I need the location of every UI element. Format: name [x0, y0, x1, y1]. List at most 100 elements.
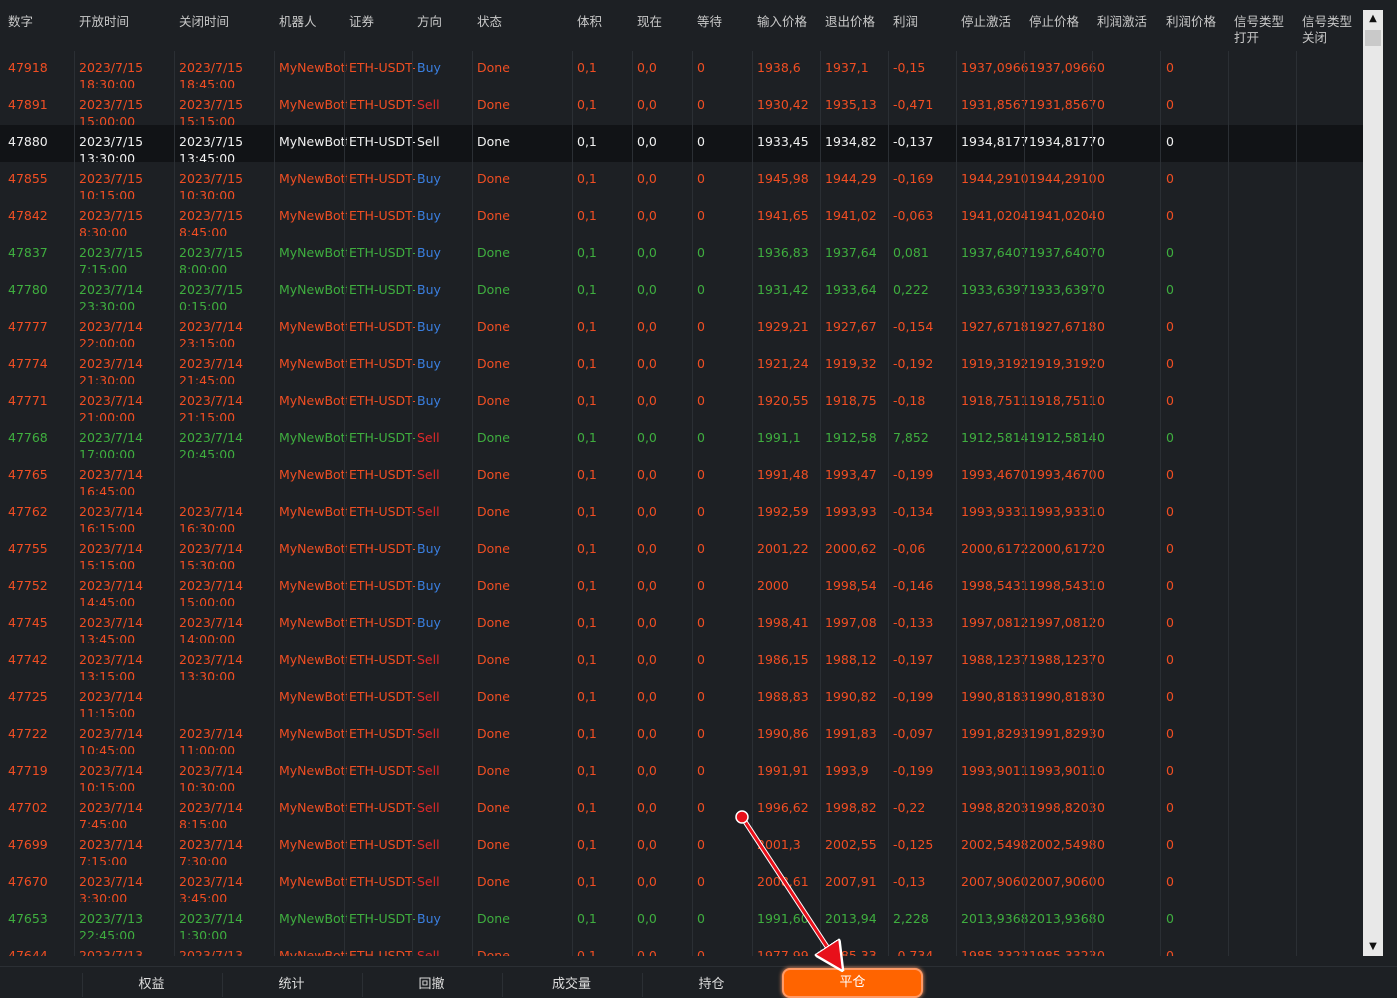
table-row[interactable]: 47762 2023/7/14 16:15:00 2023/7/14 16:30:0…	[0, 495, 1363, 532]
vertical-scrollbar[interactable]: ▲ ▼	[1363, 10, 1383, 956]
cell-stop-activation: 1988,12379	[961, 652, 1029, 667]
cell-close-time: 2023/7/14 1:30:00	[179, 911, 244, 939]
table-row[interactable]: 47755 2023/7/14 15:15:00 2023/7/14 15:30:0…	[0, 532, 1363, 569]
cell-stop-activation: 2013,93681	[961, 911, 1029, 926]
table-row[interactable]: 47768 2023/7/14 17:00:00 2023/7/14 20:45:0…	[0, 421, 1363, 458]
table-row[interactable]: 47837 2023/7/15 7:15:00 2023/7/15 8:00:00 M…	[0, 236, 1363, 273]
cell-open-time: 2023/7/15 10:15:00	[79, 171, 144, 199]
table-row[interactable]: 47771 2023/7/14 21:00:00 2023/7/14 21:15:0…	[0, 384, 1363, 421]
cell-wait: 0	[697, 726, 705, 741]
cell-stop-price: 1918,75110	[1029, 393, 1097, 408]
header-entry-price[interactable]: 输入价格	[757, 14, 807, 30]
cell-direction: Sell	[417, 763, 440, 778]
cell-close-time: 2023/7/14 15:30:00	[179, 541, 244, 569]
cell-open-time: 2023/7/14 23:30:00	[79, 282, 144, 310]
header-open-time[interactable]: 开放时间	[79, 14, 129, 30]
cell-id: 47918	[8, 60, 48, 75]
cell-robot: MyNewBott	[279, 393, 347, 408]
cell-current: 0,0	[637, 911, 657, 926]
cell-status: Done	[477, 911, 510, 926]
cell-wait: 0	[697, 208, 705, 223]
table-row[interactable]: 47742 2023/7/14 13:15:00 2023/7/14 13:30:0…	[0, 643, 1363, 680]
table-row[interactable]: 47752 2023/7/14 14:45:00 2023/7/14 15:00:0…	[0, 569, 1363, 606]
header-status[interactable]: 状态	[477, 14, 502, 30]
tab-close-position[interactable]: 平仓	[782, 968, 923, 998]
scroll-thumb[interactable]	[1365, 30, 1381, 46]
cell-profit: -0,199	[893, 689, 934, 704]
cell-wait: 0	[697, 837, 705, 852]
table-row[interactable]: 47780 2023/7/14 23:30:00 2023/7/15 0:15:00…	[0, 273, 1363, 310]
column-divider	[344, 51, 345, 956]
cell-profit-price: 0	[1166, 245, 1174, 260]
header-stop-price[interactable]: 停止价格	[1029, 14, 1079, 30]
table-row[interactable]: 47745 2023/7/14 13:45:00 2023/7/14 14:00:0…	[0, 606, 1363, 643]
table-row[interactable]: 47774 2023/7/14 21:30:00 2023/7/14 21:45:0…	[0, 347, 1363, 384]
header-direction[interactable]: 方向	[417, 14, 442, 30]
table-row[interactable]: 47891 2023/7/15 15:00:00 2023/7/15 15:15:0…	[0, 88, 1363, 125]
header-current[interactable]: 现在	[637, 14, 662, 30]
table-row[interactable]: 47644 2023/7/13 2023/7/13 MyNewBott ETH-US…	[0, 939, 1363, 956]
cell-current: 0,0	[637, 393, 657, 408]
column-divider	[412, 51, 413, 956]
table-row[interactable]: 47725 2023/7/14 11:15:00 MyNewBott ETH-USDT…	[0, 680, 1363, 717]
cell-stop-activation: 1941,02049	[961, 208, 1029, 223]
cell-profit: -0,125	[893, 837, 934, 852]
cell-profit-activation: 0	[1097, 208, 1105, 223]
column-divider	[174, 51, 175, 956]
header-profit[interactable]: 利润	[893, 14, 918, 30]
cell-profit: -0,13	[893, 874, 926, 889]
header-signal-close[interactable]: 信号类型 关闭	[1302, 14, 1352, 46]
tab-drawdown[interactable]: 回撤	[362, 973, 500, 997]
table-row[interactable]: 47722 2023/7/14 10:45:00 2023/7/14 11:00:0…	[0, 717, 1363, 754]
table-row[interactable]: 47918 2023/7/15 18:30:00 2023/7/15 18:45:0…	[0, 51, 1363, 88]
table-row[interactable]: 47670 2023/7/14 3:30:00 2023/7/14 3:45:00 M…	[0, 865, 1363, 902]
table-row[interactable]: 47777 2023/7/14 22:00:00 2023/7/14 23:15:0…	[0, 310, 1363, 347]
header-id[interactable]: 数字	[8, 14, 33, 30]
table-row[interactable]: 47719 2023/7/14 10:15:00 2023/7/14 10:30:0…	[0, 754, 1363, 791]
cell-status: Done	[477, 430, 510, 445]
header-stop-activation[interactable]: 停止激活	[961, 14, 1011, 30]
cell-volume: 0,1	[577, 208, 597, 223]
table-row[interactable]: 47765 2023/7/14 16:45:00 MyNewBott ETH-USDT…	[0, 458, 1363, 495]
header-signal-open[interactable]: 信号类型 打开	[1234, 14, 1284, 46]
cell-entry-price: 1991,1	[757, 430, 801, 445]
tab-volume[interactable]: 成交量	[502, 973, 640, 997]
header-close-time[interactable]: 关闭时间	[179, 14, 229, 30]
cell-stop-activation: 1919,31923	[961, 356, 1029, 371]
cell-profit-price: 0	[1166, 948, 1174, 956]
tab-positions[interactable]: 持仓	[642, 973, 780, 997]
header-wait[interactable]: 等待	[697, 14, 722, 30]
cell-stop-price: 1919,31923	[1029, 356, 1097, 371]
cell-exit-price: 1998,82	[825, 800, 877, 815]
header-profit-activation[interactable]: 利润激活	[1097, 14, 1147, 30]
header-security[interactable]: 证券	[349, 14, 374, 30]
header-robot[interactable]: 机器人	[279, 14, 317, 30]
scroll-up-icon[interactable]: ▲	[1363, 10, 1383, 28]
cell-open-time: 2023/7/14 14:45:00	[79, 578, 144, 606]
table-row[interactable]: 47699 2023/7/14 7:15:00 2023/7/14 7:30:00 M…	[0, 828, 1363, 865]
table-row[interactable]: 47855 2023/7/15 10:15:00 2023/7/15 10:30:0…	[0, 162, 1363, 199]
cell-open-time: 2023/7/15 7:15:00	[79, 245, 144, 273]
header-exit-price[interactable]: 退出价格	[825, 14, 875, 30]
cell-security: ETH-USDT-	[349, 467, 415, 482]
header-profit-price[interactable]: 利润价格	[1166, 14, 1216, 30]
tab-equity[interactable]: 权益	[82, 973, 220, 997]
cell-profit-activation: 0	[1097, 245, 1105, 260]
cell-security: ETH-USDT-	[349, 430, 415, 445]
table-row[interactable]: 47702 2023/7/14 7:45:00 2023/7/14 8:15:00 M…	[0, 791, 1363, 828]
cell-stop-activation: 2002,54983	[961, 837, 1029, 852]
table-row[interactable]: 47653 2023/7/13 22:45:00 2023/7/14 1:30:00…	[0, 902, 1363, 939]
bottom-tab-bar: 权益 统计 回撤 成交量 持仓 平仓	[0, 966, 1397, 998]
cell-profit: -0,097	[893, 726, 934, 741]
tab-statistics[interactable]: 统计	[222, 973, 360, 997]
table-row[interactable]: 47880 2023/7/15 13:30:00 2023/7/15 13:45:0…	[0, 125, 1363, 162]
cell-close-time: 2023/7/15 18:45:00	[179, 60, 244, 88]
cell-profit-price: 0	[1166, 134, 1174, 149]
cell-exit-price: 1988,12	[825, 652, 877, 667]
cell-wait: 0	[697, 393, 705, 408]
scroll-down-icon[interactable]: ▼	[1363, 938, 1383, 956]
cell-profit: -0,154	[893, 319, 934, 334]
cell-volume: 0,1	[577, 467, 597, 482]
header-volume[interactable]: 体积	[577, 14, 602, 30]
table-row[interactable]: 47842 2023/7/15 8:30:00 2023/7/15 8:45:00 M…	[0, 199, 1363, 236]
